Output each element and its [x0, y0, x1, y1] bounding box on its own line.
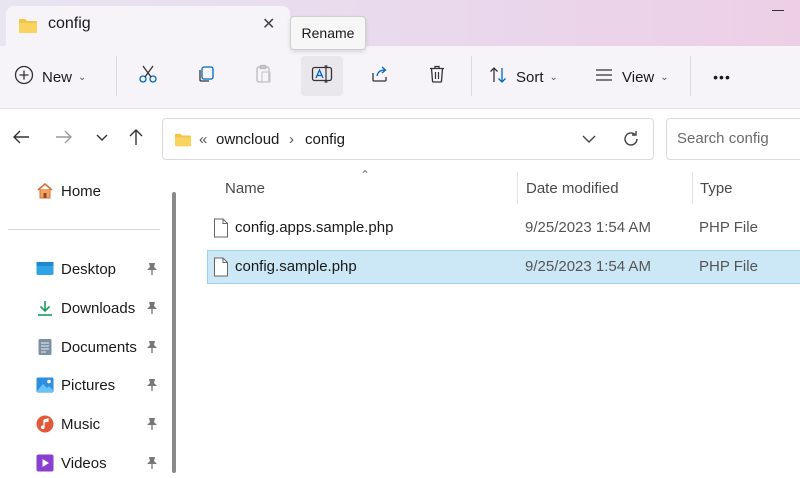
new-label: New — [42, 68, 73, 86]
folder-icon — [18, 17, 38, 40]
chevron-down-icon: ⌄ — [660, 71, 669, 83]
view-label: View — [622, 68, 655, 86]
overflow-crumbs-icon[interactable]: « — [199, 131, 207, 148]
file-name: config.sample.php — [235, 258, 357, 275]
sidebar-divider — [8, 229, 160, 230]
pin-icon[interactable] — [146, 340, 158, 359]
file-type: PHP File — [699, 219, 758, 236]
file-row[interactable]: config.sample.php 9/25/2023 1:54 AM PHP … — [207, 250, 800, 284]
tab-config[interactable]: config ✕ — [6, 6, 290, 46]
pin-icon[interactable] — [146, 301, 158, 320]
close-tab-icon[interactable]: ✕ — [262, 14, 275, 34]
arrow-up-icon — [127, 127, 145, 152]
up-button[interactable] — [123, 126, 149, 152]
rename-icon — [311, 64, 333, 89]
music-icon — [36, 415, 54, 433]
breadcrumb-owncloud[interactable]: owncloud — [216, 131, 279, 148]
column-header-type[interactable]: Type — [700, 180, 733, 197]
sidebar-item-downloads[interactable]: Downloads — [36, 293, 162, 323]
sidebar-item-documents[interactable]: Documents — [36, 332, 162, 362]
pin-icon[interactable] — [146, 456, 158, 475]
sidebar-item-label: Videos — [61, 454, 107, 472]
toolbar-divider — [690, 56, 691, 96]
breadcrumb-config[interactable]: config — [305, 131, 345, 148]
new-button[interactable]: New ⌄ — [14, 60, 86, 94]
delete-button[interactable] — [419, 58, 455, 94]
chevron-down-icon — [95, 130, 109, 148]
sidebar-item-label: Pictures — [61, 376, 116, 394]
pin-icon[interactable] — [146, 378, 158, 397]
downloads-icon — [36, 299, 54, 317]
sidebar-item-label: Home — [61, 182, 102, 200]
chevron-down-icon: ⌄ — [78, 71, 87, 83]
pin-icon[interactable] — [146, 262, 158, 281]
sidebar-item-pictures[interactable]: Pictures — [36, 370, 162, 400]
copy-icon — [196, 64, 216, 89]
arrow-right-icon — [54, 128, 74, 151]
sidebar-scrollbar[interactable] — [172, 192, 176, 473]
cut-button[interactable] — [130, 58, 166, 94]
delete-icon — [427, 64, 447, 89]
file-type: PHP File — [699, 258, 758, 275]
search-input[interactable] — [675, 129, 800, 148]
rename-tooltip: Rename — [290, 16, 366, 50]
paste-button[interactable] — [245, 58, 281, 94]
arrow-left-icon — [11, 128, 31, 151]
cut-icon — [138, 64, 158, 89]
toolbar-divider — [116, 56, 117, 96]
file-date-modified: 9/25/2023 1:54 AM — [525, 258, 651, 275]
file-date-modified: 9/25/2023 1:54 AM — [525, 219, 651, 236]
sort-button[interactable]: Sort ⌄ — [488, 60, 558, 94]
rename-button[interactable] — [301, 56, 343, 96]
share-icon — [370, 64, 390, 89]
sidebar-item-label: Desktop — [61, 260, 117, 278]
add-icon — [14, 65, 34, 90]
sidebar-item-desktop[interactable]: Desktop — [36, 254, 162, 284]
breadcrumb-separator: › — [289, 131, 294, 148]
share-button[interactable] — [362, 58, 398, 94]
file-name: config.apps.sample.php — [235, 219, 394, 236]
copy-button[interactable] — [188, 58, 224, 94]
view-icon — [594, 65, 614, 90]
address-history-button[interactable] — [581, 132, 597, 150]
sidebar-item-videos[interactable]: Videos — [36, 448, 162, 478]
toolbar-divider — [471, 56, 472, 96]
column-header-name[interactable]: Name — [225, 180, 265, 197]
command-bar: New ⌄ Sort ⌄ View ⌄ ••• — [0, 46, 800, 109]
desktop-icon — [36, 260, 54, 278]
column-header-date-modified[interactable]: Date modified — [526, 180, 619, 197]
videos-icon — [36, 454, 54, 472]
sidebar-item-music[interactable]: Music — [36, 409, 162, 439]
tab-title: config — [48, 15, 91, 32]
minimize-button[interactable] — [770, 2, 786, 16]
forward-button[interactable] — [51, 126, 77, 152]
column-divider[interactable] — [692, 172, 693, 204]
recent-locations-button[interactable] — [89, 126, 115, 152]
refresh-icon[interactable] — [621, 129, 641, 154]
sidebar-item-label: Documents — [61, 338, 137, 356]
sort-icon — [488, 65, 508, 90]
column-divider[interactable] — [517, 172, 518, 204]
sidebar-item-label: Music — [61, 415, 101, 433]
more-icon: ••• — [713, 69, 731, 85]
folder-icon — [173, 132, 193, 153]
address-bar[interactable]: « owncloud › config — [162, 118, 654, 160]
file-icon — [213, 257, 229, 282]
sidebar-item-home[interactable]: Home — [36, 176, 162, 206]
sidebar-item-label: Downloads — [61, 299, 136, 317]
paste-icon — [253, 64, 273, 89]
sort-ascending-icon: ⌃ — [360, 168, 371, 182]
back-button[interactable] — [8, 126, 34, 152]
documents-icon — [36, 338, 54, 356]
home-icon — [36, 182, 54, 200]
sort-label: Sort — [516, 68, 544, 86]
file-icon — [213, 218, 229, 243]
file-row[interactable]: config.apps.sample.php 9/25/2023 1:54 AM… — [207, 211, 800, 245]
search-box[interactable] — [666, 118, 800, 160]
more-options-button[interactable]: ••• — [704, 60, 740, 94]
pictures-icon — [36, 376, 54, 394]
chevron-down-icon: ⌄ — [549, 71, 558, 83]
view-button[interactable]: View ⌄ — [594, 60, 669, 94]
pin-icon[interactable] — [146, 417, 158, 436]
